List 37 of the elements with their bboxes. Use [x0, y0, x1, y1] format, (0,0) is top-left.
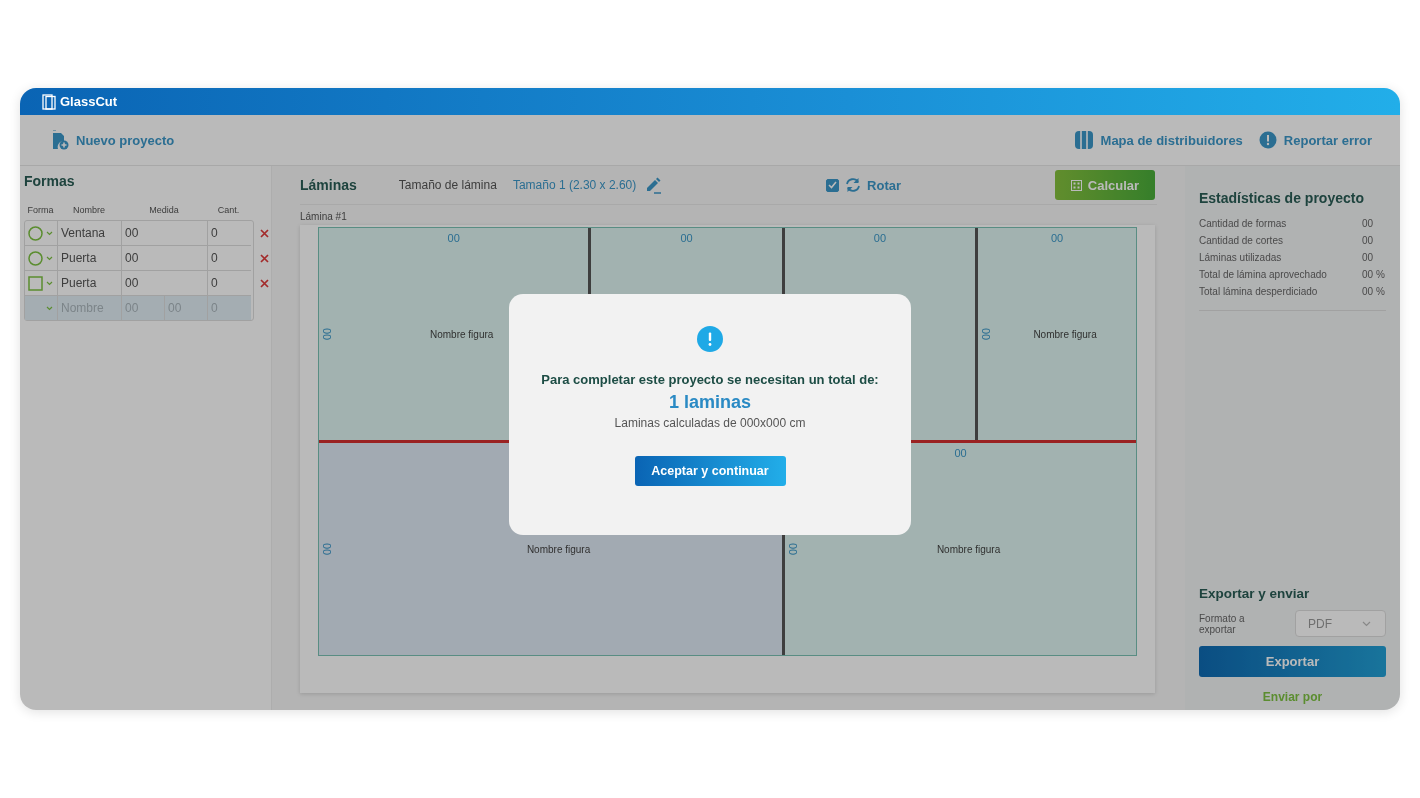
stat-value: 00 % — [1362, 269, 1386, 280]
piece-name: Nombre figura — [936, 543, 1001, 555]
height-label: 00 — [980, 327, 993, 341]
stat-label: Cantidad de formas — [1199, 218, 1287, 229]
height-label: 00 — [321, 327, 333, 341]
stat-value: 00 — [1362, 218, 1375, 229]
stat-label: Total de lámina aprovechado — [1199, 269, 1327, 280]
size-label: Tamaño de lámina — [398, 178, 497, 192]
piece-name: Nombre figura — [430, 328, 494, 340]
stat-value: 00 — [1362, 235, 1375, 246]
section-title: Exportar y enviar — [1199, 586, 1311, 601]
width-label: 00 — [680, 232, 693, 244]
panel-title: Estadísticas de proyecto — [1199, 190, 1365, 206]
column-header: Medida — [148, 205, 180, 215]
section-title: Láminas — [300, 177, 357, 193]
height-label: 00 — [321, 542, 333, 556]
piece-name: Nombre figura — [526, 543, 591, 555]
piece-name: Nombre figura — [1033, 328, 1097, 340]
stat-label: Cantidad de cortes — [1199, 235, 1283, 246]
height-label: 00 — [787, 542, 800, 556]
width-label: 00 — [447, 232, 460, 244]
width-label: 00 — [954, 447, 967, 459]
stat-label: Láminas utilizadas — [1199, 252, 1282, 263]
width-label: 00 — [1050, 232, 1064, 244]
stat-value: 00 — [1362, 252, 1375, 263]
width-label: 00 — [873, 232, 887, 244]
column-header: Nombre — [72, 205, 106, 215]
app-title: GlassCut — [60, 94, 118, 109]
column-header: Forma — [26, 205, 55, 215]
column-header: Cant. — [216, 205, 241, 215]
sheet-label: Lámina #1 — [300, 210, 348, 224]
stat-label: Total lámina desperdiciado — [1199, 286, 1318, 297]
format-label: Formato a exportar — [1199, 612, 1246, 635]
stat-value: 00 % — [1362, 286, 1386, 297]
sheet-count: 1 laminas — [668, 392, 751, 413]
panel-title: Formas — [24, 173, 76, 191]
dialog-detail: Laminas calculadas de 000x000 cm — [614, 416, 806, 430]
